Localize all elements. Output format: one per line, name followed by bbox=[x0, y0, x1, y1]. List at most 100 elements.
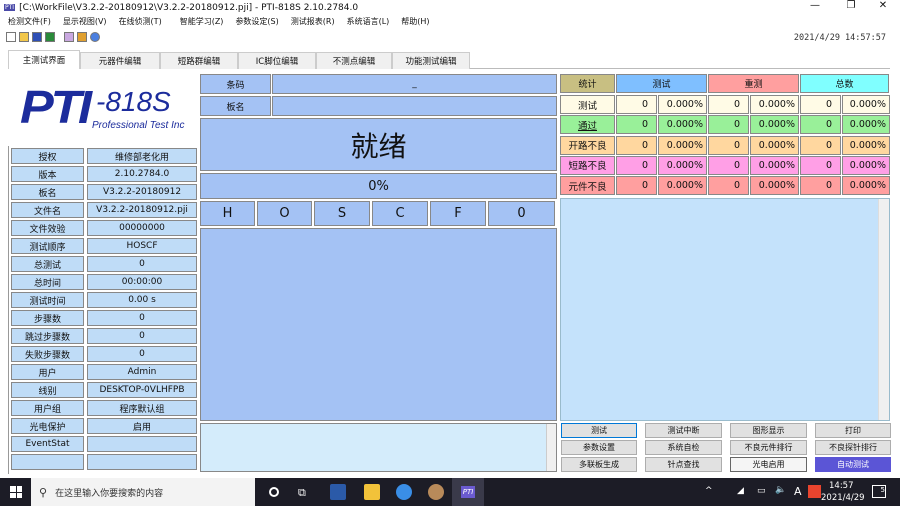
stats-value: 0 bbox=[708, 135, 749, 155]
clock-time[interactable]: 14:57 bbox=[829, 481, 854, 491]
log-list[interactable] bbox=[560, 198, 890, 421]
stats-header: 统计 bbox=[560, 74, 615, 93]
clock-date[interactable]: 2021/4/29 bbox=[821, 493, 865, 503]
info-value: 00:00:00 bbox=[87, 274, 197, 290]
info-label: 测试顺序 bbox=[11, 238, 84, 254]
stats-value: 0 bbox=[708, 155, 749, 175]
title-bar: PTI [C:\WorkFile\V3.2.2-20180912\V3.2.2-… bbox=[0, 0, 900, 15]
tray-chevron-icon[interactable]: ^ bbox=[705, 486, 713, 496]
tab-function-test[interactable]: 功能测试编辑 bbox=[392, 52, 470, 69]
info-value: 程序默认组 bbox=[87, 400, 197, 416]
info-label: 光电保护 bbox=[11, 418, 84, 434]
export-icon[interactable] bbox=[64, 32, 74, 42]
save-as-icon[interactable] bbox=[45, 32, 55, 42]
info-value: V3.2.2-20180912.pji bbox=[87, 202, 197, 218]
info-value: 2.10.2784.0 bbox=[87, 166, 197, 182]
status-display: 就绪 bbox=[200, 118, 557, 171]
grid-icon[interactable] bbox=[77, 32, 87, 42]
barcode-field[interactable]: _ bbox=[272, 74, 557, 94]
button-0-3[interactable]: 打印 bbox=[815, 423, 891, 438]
logo: PTI -818S Professional Test Inc bbox=[18, 80, 193, 140]
button-2-1[interactable]: 针点查找 bbox=[645, 457, 722, 472]
search-icon: ⚲ bbox=[39, 485, 48, 499]
new-icon[interactable] bbox=[6, 32, 16, 42]
menu-file[interactable]: 检测文件(F) bbox=[8, 16, 51, 28]
button-1-2[interactable]: 不良元件排行 bbox=[730, 440, 807, 455]
volume-icon[interactable]: 🔈 bbox=[775, 485, 786, 495]
tab-short-groups[interactable]: 短路群编辑 bbox=[160, 52, 238, 69]
file-explorer-icon[interactable] bbox=[364, 484, 380, 500]
network-icon[interactable]: ◢ bbox=[737, 486, 744, 496]
button-2-3[interactable]: 自动测试 bbox=[815, 457, 891, 472]
info-value: 0 bbox=[87, 310, 197, 326]
info-value: Admin bbox=[87, 364, 197, 380]
logo-tagline: Professional Test Inc bbox=[92, 120, 185, 131]
stats-row-label: 通过 bbox=[560, 115, 615, 135]
paint-icon[interactable] bbox=[428, 484, 444, 500]
button-0-2[interactable]: 图形显示 bbox=[730, 423, 807, 438]
notification-icon[interactable]: 5 bbox=[872, 485, 886, 498]
button-1-0[interactable]: 参数设置 bbox=[561, 440, 637, 455]
stats-value: 0.000% bbox=[842, 95, 890, 114]
info-value: V3.2.2-20180912 bbox=[87, 184, 197, 200]
menu-report[interactable]: 测试报表(R) bbox=[291, 16, 335, 28]
step-o: O bbox=[257, 201, 312, 226]
stats-value: 0 bbox=[616, 176, 657, 196]
message-area[interactable] bbox=[200, 423, 557, 472]
button-1-3[interactable]: 不良探针排行 bbox=[815, 440, 891, 455]
stats-value: 0 bbox=[616, 115, 657, 135]
menu-help[interactable]: 帮助(H) bbox=[401, 16, 429, 28]
stats-value: 0.000% bbox=[658, 155, 707, 175]
battery-icon[interactable]: ▭ bbox=[757, 486, 766, 496]
info-value: DESKTOP-0VLHFPB bbox=[87, 382, 197, 398]
tab-components[interactable]: 元器件编辑 bbox=[80, 52, 160, 69]
tab-main[interactable]: 主测试界面 bbox=[8, 50, 80, 69]
cortana-icon[interactable] bbox=[269, 487, 279, 497]
step-h: H bbox=[200, 201, 255, 226]
info-label bbox=[11, 454, 84, 470]
tab-skip-points[interactable]: 不测点编辑 bbox=[316, 52, 392, 69]
menu-language[interactable]: 系统语言(L) bbox=[347, 16, 390, 28]
step-c: C bbox=[372, 201, 428, 226]
info-value bbox=[87, 454, 197, 470]
menu-view[interactable]: 显示视图(V) bbox=[63, 16, 107, 28]
stats-value: 0.000% bbox=[658, 176, 707, 196]
minimize-button[interactable]: — bbox=[798, 0, 832, 15]
info-label: 板名 bbox=[11, 184, 84, 200]
stats-value: 0.000% bbox=[750, 135, 799, 155]
button-1-1[interactable]: 系统自检 bbox=[645, 440, 722, 455]
save-icon[interactable] bbox=[32, 32, 42, 42]
tab-bar: 主测试界面 元器件编辑 短路群编辑 IC脚位编辑 不测点编辑 功能测试编辑 bbox=[8, 50, 890, 69]
task-view-icon[interactable]: ⧉ bbox=[298, 486, 306, 500]
menu-online[interactable]: 在线侦测(T) bbox=[119, 16, 162, 28]
button-0-0[interactable]: 测试 bbox=[561, 423, 637, 438]
stats-value: 0 bbox=[616, 155, 657, 175]
menu-bar: 检测文件(F) 显示视图(V) 在线侦测(T) 智能学习(Z) 参数设定(S) … bbox=[8, 16, 430, 28]
stats-value: 0.000% bbox=[658, 95, 707, 114]
tab-ic-pins[interactable]: IC脚位编辑 bbox=[238, 52, 316, 69]
log-scrollbar[interactable] bbox=[878, 199, 889, 420]
taskbar-search[interactable]: ⚲ 在这里输入你要搜索的内容 bbox=[31, 478, 255, 506]
pti-app-icon[interactable]: PTI bbox=[452, 478, 484, 506]
maximize-button[interactable]: ❐ bbox=[834, 0, 868, 15]
info-icon[interactable] bbox=[90, 32, 100, 42]
sogou-icon[interactable] bbox=[808, 485, 821, 498]
button-0-1[interactable]: 测试中断 bbox=[645, 423, 722, 438]
feishu-icon[interactable] bbox=[396, 484, 412, 500]
button-2-2[interactable]: 光电启用 bbox=[730, 457, 807, 472]
stats-value: 0 bbox=[616, 95, 657, 114]
word-icon[interactable] bbox=[330, 484, 346, 500]
info-value: 0 bbox=[87, 328, 197, 344]
ime-indicator[interactable]: A bbox=[794, 485, 802, 498]
button-2-0[interactable]: 多联板生成 bbox=[561, 457, 637, 472]
info-label: 线别 bbox=[11, 382, 84, 398]
close-button[interactable]: ✕ bbox=[866, 0, 900, 15]
message-scrollbar[interactable] bbox=[546, 424, 556, 471]
menu-learn[interactable]: 智能学习(Z) bbox=[180, 16, 224, 28]
board-name-label: 板名 bbox=[200, 96, 271, 116]
datetime-display: 2021/4/29 14:57:57 bbox=[793, 33, 886, 43]
open-icon[interactable] bbox=[19, 32, 29, 42]
windows-start-icon[interactable] bbox=[10, 486, 22, 498]
menu-params[interactable]: 参数设定(S) bbox=[235, 16, 278, 28]
stats-value: 0 bbox=[800, 176, 841, 196]
